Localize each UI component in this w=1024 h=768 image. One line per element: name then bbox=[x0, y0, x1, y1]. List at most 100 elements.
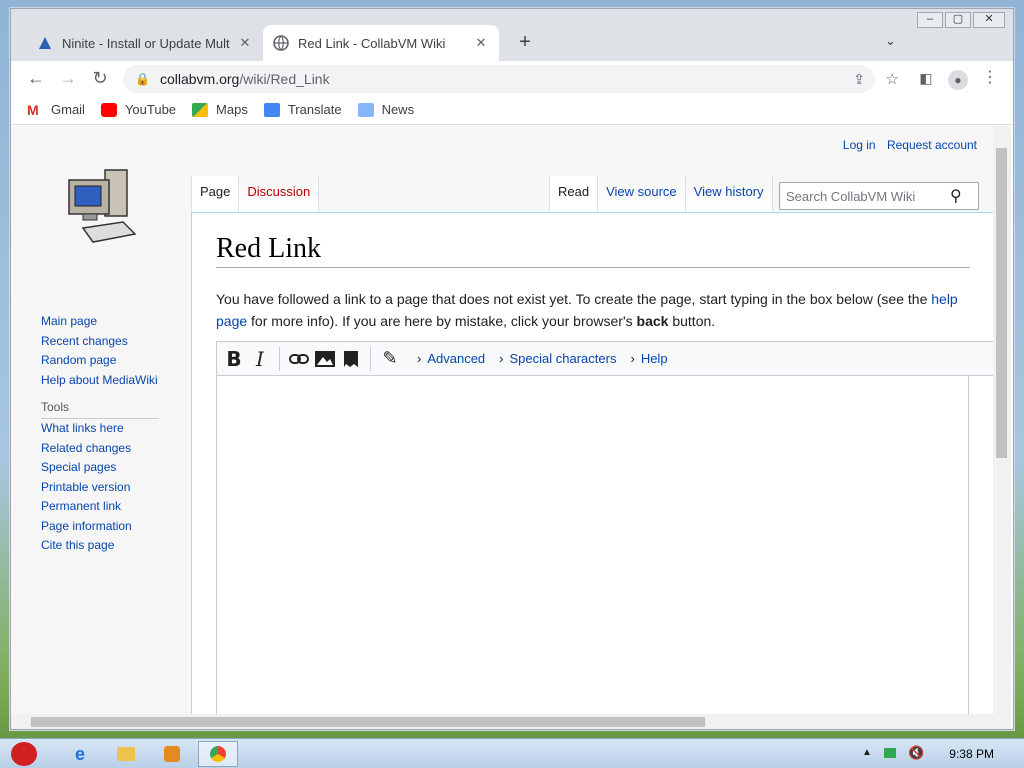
bookmark-translate[interactable]: Translate bbox=[263, 102, 342, 117]
sidebar-item-special-pages[interactable]: Special pages bbox=[41, 458, 191, 478]
chevron-right-icon: › bbox=[499, 351, 504, 366]
sidebar: Main page Recent changes Random page Hel… bbox=[41, 312, 191, 556]
toolbar-separator bbox=[370, 346, 371, 371]
wiki-logo[interactable] bbox=[63, 162, 143, 252]
scroll-thumb[interactable] bbox=[31, 717, 705, 727]
log-in-link[interactable]: Log in bbox=[843, 138, 876, 152]
lock-icon: 🔒 bbox=[135, 72, 150, 86]
horizontal-scrollbar[interactable] bbox=[11, 714, 1011, 729]
sidebar-item-random-page[interactable]: Random page bbox=[41, 351, 191, 371]
taskbar: e ▲ 🔇 9:38 PM bbox=[0, 738, 1024, 768]
article-body: Red Link You have followed a link to a p… bbox=[191, 212, 993, 714]
media-player-icon[interactable] bbox=[152, 741, 192, 767]
bookmark-star-icon[interactable]: ☆ bbox=[886, 70, 899, 88]
folder-icon[interactable] bbox=[106, 741, 146, 767]
tab-strip: – ▢ ✕ Ninite - Install or Update Mult ✕ … bbox=[11, 9, 1013, 61]
volume-muted-icon[interactable]: 🔇 bbox=[908, 745, 924, 761]
sidebar-item-help[interactable]: Help about MediaWiki bbox=[41, 371, 191, 391]
maps-icon bbox=[192, 102, 209, 117]
intro-text: You have followed a link to a page that … bbox=[216, 289, 972, 332]
tab-red-link[interactable]: Red Link - CollabVM Wiki ✕ bbox=[263, 25, 499, 61]
edit-textarea[interactable] bbox=[217, 376, 969, 714]
tab-page[interactable]: Page bbox=[191, 176, 240, 212]
intro-part: button. bbox=[668, 312, 716, 329]
tools-heading: Tools bbox=[41, 400, 159, 419]
browser-toolbar: ← → ↻ 🔒 collabvm.org/wiki/Red_Link ⇪ ☆ ◧… bbox=[11, 61, 1013, 95]
url-path: /wiki/Red_Link bbox=[239, 71, 330, 87]
reload-button[interactable]: ↻ bbox=[87, 65, 113, 91]
sidebar-item-related-changes[interactable]: Related changes bbox=[41, 439, 191, 459]
bold-icon[interactable]: B bbox=[221, 346, 247, 372]
browser-window: – ▢ ✕ Ninite - Install or Update Mult ✕ … bbox=[10, 8, 1014, 730]
maximize-button[interactable]: ▢ bbox=[945, 12, 971, 28]
close-tab-icon[interactable]: ✕ bbox=[237, 35, 253, 51]
url-text: collabvm.org/wiki/Red_Link bbox=[160, 71, 330, 87]
sidebar-item-what-links-here[interactable]: What links here bbox=[41, 419, 191, 439]
italic-icon[interactable]: I bbox=[247, 346, 273, 372]
minimize-button[interactable]: – bbox=[917, 12, 943, 28]
editor-special-characters-link[interactable]: › Special characters bbox=[499, 351, 616, 366]
chrome-taskbar-button[interactable] bbox=[198, 741, 238, 767]
forward-button[interactable]: → bbox=[55, 65, 81, 91]
bookmark-news[interactable]: News bbox=[357, 102, 414, 117]
link-icon[interactable] bbox=[286, 346, 312, 372]
bookmark-gmail[interactable]: M Gmail bbox=[27, 102, 85, 117]
sidebar-item-main-page[interactable]: Main page bbox=[41, 312, 191, 332]
intro-part: You have followed a link to a page that … bbox=[216, 291, 932, 307]
share-icon[interactable]: ⇪ bbox=[853, 71, 865, 88]
sidebar-item-printable-version[interactable]: Printable version bbox=[41, 478, 191, 498]
bookmark-maps[interactable]: Maps bbox=[192, 102, 248, 117]
sidebar-item-page-information[interactable]: Page information bbox=[41, 517, 191, 537]
intro-bold: back bbox=[636, 312, 669, 329]
tab-view-history[interactable]: View history bbox=[685, 176, 773, 212]
editor-advanced-link[interactable]: › Advanced bbox=[417, 351, 485, 366]
close-tab-icon[interactable]: ✕ bbox=[473, 35, 489, 51]
sidebar-item-recent-changes[interactable]: Recent changes bbox=[41, 332, 191, 352]
sidebar-item-cite[interactable]: Cite this page bbox=[41, 536, 191, 556]
editor-link-label: Special characters bbox=[509, 351, 617, 366]
request-account-link[interactable]: Request account bbox=[887, 138, 977, 152]
view-tabs: Read View source View history bbox=[549, 176, 773, 212]
intro-part: for more info). If you are here by mista… bbox=[247, 312, 637, 329]
profile-avatar[interactable]: ● bbox=[945, 65, 971, 91]
back-button[interactable]: ← bbox=[23, 65, 49, 91]
tab-view-source[interactable]: View source bbox=[598, 176, 686, 212]
address-bar[interactable]: 🔒 collabvm.org/wiki/Red_Link ⇪ ☆ bbox=[123, 65, 899, 93]
tray-expand-icon[interactable]: ▲ bbox=[862, 747, 872, 758]
wiki-search: ⚲ bbox=[779, 182, 979, 210]
new-tab-button[interactable]: + bbox=[513, 31, 537, 55]
tab-read[interactable]: Read bbox=[549, 176, 599, 212]
vertical-scrollbar[interactable] bbox=[993, 126, 1011, 714]
editor-help-link[interactable]: › Help bbox=[630, 351, 667, 366]
image-icon[interactable] bbox=[312, 346, 338, 372]
tab-discussion[interactable]: Discussion bbox=[239, 176, 320, 212]
youtube-icon bbox=[100, 102, 117, 117]
personal-tools: Log in Request account bbox=[835, 138, 977, 152]
menu-kebab-icon[interactable]: ⋮ bbox=[977, 65, 1003, 91]
internet-explorer-icon[interactable]: e bbox=[60, 741, 100, 767]
tab-search-button[interactable]: ⌄ bbox=[885, 33, 896, 49]
editor-link-label: Help bbox=[640, 351, 668, 366]
network-icon[interactable] bbox=[884, 748, 896, 758]
translate-icon bbox=[263, 102, 280, 117]
sidebar-item-permanent-link[interactable]: Permanent link bbox=[41, 497, 191, 517]
url-host: collabvm.org bbox=[159, 71, 240, 87]
news-icon bbox=[357, 102, 374, 117]
reference-icon[interactable] bbox=[338, 346, 364, 372]
namespace-tabs: Page Discussion bbox=[191, 176, 320, 212]
tab-ninite[interactable]: Ninite - Install or Update Mult ✕ bbox=[27, 25, 263, 61]
clock[interactable]: 9:38 PM bbox=[949, 747, 994, 761]
bookmark-label: YouTube bbox=[124, 102, 177, 117]
scroll-thumb[interactable] bbox=[996, 148, 1007, 458]
bookmark-youtube[interactable]: YouTube bbox=[100, 102, 177, 117]
start-button[interactable] bbox=[4, 741, 44, 767]
editor-toolbar: B I ✎ › Advanced › Special characters › Hel… bbox=[217, 342, 993, 376]
search-icon[interactable]: ⚲ bbox=[950, 186, 962, 206]
signature-pencil-icon[interactable]: ✎ bbox=[377, 346, 403, 372]
editor-link-label: Advanced bbox=[427, 351, 486, 366]
ninite-icon bbox=[39, 37, 51, 49]
tab-title: Ninite - Install or Update Mult bbox=[62, 35, 230, 51]
side-panel-icon[interactable]: ◧ bbox=[913, 65, 939, 91]
search-input[interactable] bbox=[786, 188, 950, 204]
close-window-button[interactable]: ✕ bbox=[973, 12, 1005, 28]
